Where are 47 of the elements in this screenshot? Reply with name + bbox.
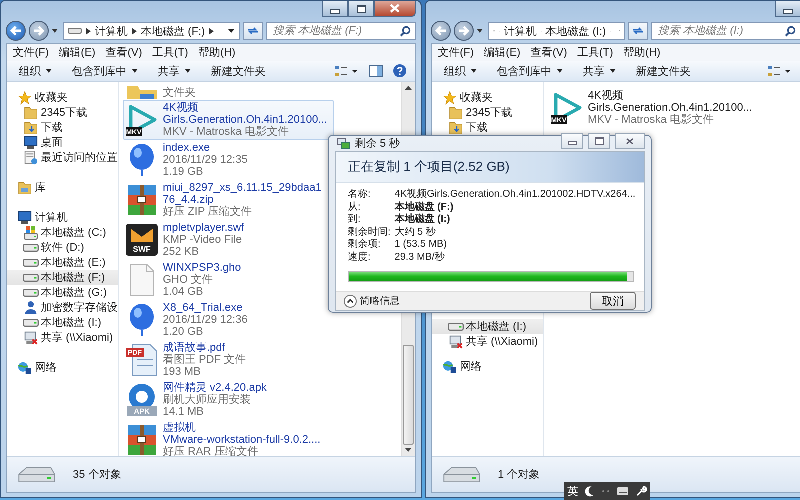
file-detail: 刷机大师应用安装 (163, 394, 251, 406)
file-name: WINXPSP3.gho (163, 262, 242, 274)
file-detail: 1.04 GB (163, 286, 204, 298)
file-name: mpletvplayer.swf (163, 222, 244, 234)
file-detail: 1.20 GB (163, 326, 204, 338)
file-detail: MKV - Matroska 电影文件 (163, 126, 289, 138)
field-label: 到: (348, 214, 362, 226)
file-name: 网件精灵 v2.4.20.apk (163, 382, 267, 394)
field-value: 本地磁盘 (I:) (394, 214, 450, 226)
file-detail: 2016/11/29 12:36 (163, 314, 248, 326)
field-value: 29.3 MB/秒 (394, 252, 445, 264)
file-detail: 2016/11/29 12:35 (163, 154, 248, 166)
item-count: 35 个对象 (73, 468, 122, 482)
field-label: 名称: (348, 189, 372, 202)
swf-file-icon: SWF (126, 224, 158, 256)
file-detail: 252 KB (163, 246, 200, 258)
file-name: 虚拟机 (163, 422, 196, 434)
file-detail: 文件夹 (163, 87, 196, 99)
file-detail: MKV - Matroska 电影文件 (588, 114, 714, 126)
file-name: miui_8297_xs_6.11.15_29bdaa1 (163, 182, 322, 194)
file-detail: KMP -Video File (163, 234, 242, 246)
file-detail: 好压 ZIP 压缩文件 (163, 206, 252, 218)
item-count: 1 个对象 (498, 468, 540, 482)
file-detail: 14.1 MB (163, 406, 204, 418)
dialog-title: 剩余 5 秒 (355, 137, 400, 151)
file-detail: 193 MB (163, 366, 201, 378)
file-name: 4K视频 (588, 90, 624, 102)
file-name: VMware-workstation-full-9.0.2.... (163, 434, 321, 446)
file-detail: 看图王 PDF 文件 (163, 354, 246, 366)
file-name: 4K视频 (163, 102, 198, 114)
file-name: Girls.Generation.Oh.4in1.20100... (588, 102, 752, 114)
field-label: 剩余项: (348, 239, 382, 252)
file-name: X8_64_Trial.exe (163, 302, 243, 314)
file-name: 成语故事.pdf (163, 342, 226, 354)
field-value: 大约 5 秒 (394, 226, 436, 239)
field-value: 4K视频Girls.Generation.Oh.4in1.201002.HDTV.x264... (394, 189, 636, 202)
field-value: 1 (53.5 MB) (394, 239, 448, 252)
field-label: 剩余时间: (348, 226, 391, 239)
file-name: index.exe (163, 142, 210, 154)
file-detail: GHO 文件 (163, 274, 214, 286)
file-detail: 1.19 GB (163, 166, 204, 178)
file-name: Girls.Generation.Oh.4in1.20100... (163, 114, 328, 126)
field-value: 本地磁盘 (F:) (394, 202, 454, 214)
dialog-heading: 正在复制 1 个项目(2.52 GB) (348, 158, 510, 176)
file-name: 76_4.4.zip (163, 194, 214, 206)
field-label: 从: (348, 202, 362, 214)
field-label: 速度: (348, 252, 372, 264)
